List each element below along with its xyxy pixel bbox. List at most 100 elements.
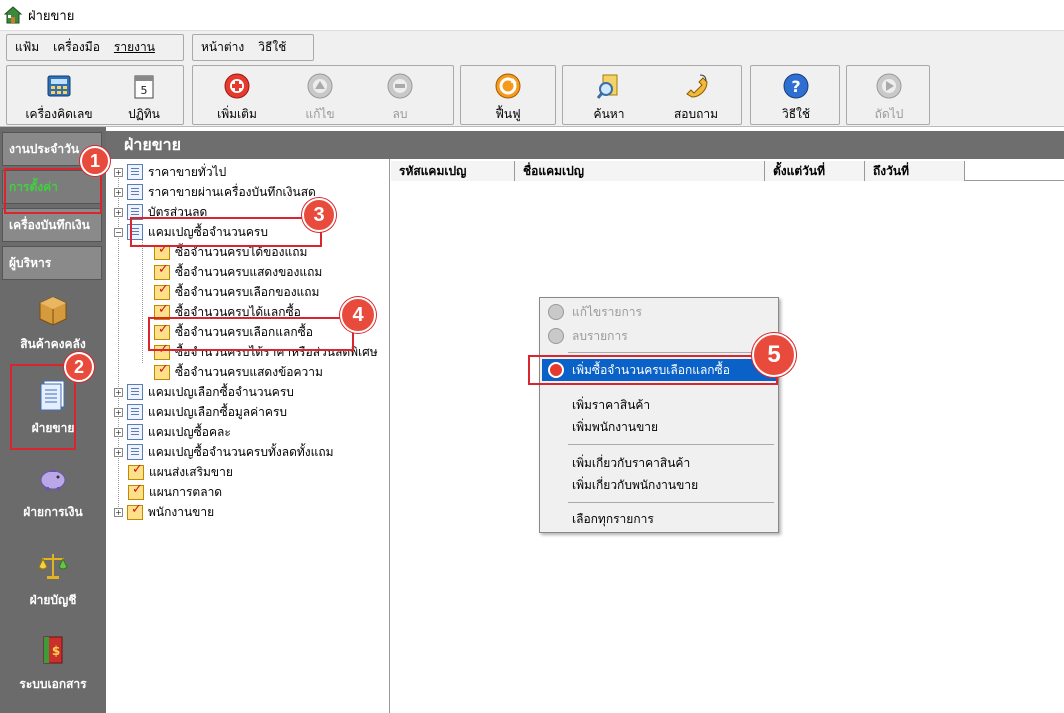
callout-badge-3: 3 (302, 198, 336, 232)
toolbar-group-tools: เครื่องคิดเลข 5 ปฏิทิน (6, 65, 184, 125)
tree-node[interactable]: + แคมเปญเลือกซื้อมูลค่าครบ (114, 402, 287, 422)
column-header-start-date[interactable]: ตั้งแต่วันที่ (765, 161, 865, 181)
menu-item-delete[interactable]: ลบรายการ (542, 325, 776, 347)
menu-reports[interactable]: รายงาน (114, 38, 155, 57)
next-button[interactable]: ถัดไป (853, 66, 925, 124)
tree-leaf[interactable]: ซื้อจำนวนครบแสดงข้อความ (154, 362, 323, 382)
nav-item-documents[interactable]: $ ระบบเอกสาร (0, 623, 106, 703)
add-label: เพิ่มเติม (217, 107, 257, 121)
toolbar-group-help: ? วิธีใช้ (750, 65, 840, 125)
column-header-end-date[interactable]: ถึงวันที่ (865, 161, 965, 181)
calculator-icon (45, 72, 73, 100)
checklist-icon (154, 262, 170, 280)
tree-node[interactable]: +พนักงานขาย (114, 502, 214, 522)
find-label: ค้นหา (593, 107, 625, 121)
callout-box-5 (528, 355, 778, 385)
context-menu: แก้ไขรายการ ลบรายการ เพิ่มซื้อจำนวนครบเล… (539, 297, 779, 533)
nav-item-documents-label: ระบบเอกสาร (19, 676, 87, 691)
callout-box-2 (10, 364, 76, 450)
nav-item-finance[interactable]: ฝ่ายการเงิน (0, 451, 106, 531)
help-button[interactable]: ? วิธีใช้ (759, 66, 833, 124)
inquiry-button[interactable]: สอบถาม (655, 66, 737, 124)
app-house-icon (3, 6, 23, 24)
column-header-campaign-name[interactable]: ชื่อแคมเปญ (515, 161, 765, 181)
refresh-label: ฟื้นฟู (495, 107, 521, 121)
inquiry-label: สอบถาม (673, 107, 719, 121)
refresh-icon (494, 72, 522, 100)
checklist-icon (154, 362, 170, 380)
tree-node[interactable]: + ราคาขายผ่านเครื่องบันทึกเงินสด (114, 182, 316, 202)
tree-leaf[interactable]: ซื้อจำนวนครบแสดงของแถม (154, 262, 322, 282)
checklist-icon (128, 482, 144, 500)
menu-group-window: หน้าต่าง วิธีใช้ (192, 34, 314, 61)
checklist-icon (128, 462, 144, 480)
toolbar-group-refresh: ฟื้นฟู (460, 65, 556, 125)
nav-tab-management[interactable]: ผู้บริหาร (2, 246, 102, 280)
callout-box-1 (4, 168, 102, 214)
checklist-icon (127, 502, 143, 520)
nav-item-inventory-label: สินค้าคงคลัง (20, 336, 86, 351)
callout-box-3 (130, 217, 322, 247)
document-list-icon (127, 184, 143, 200)
menu-item-select-all[interactable]: เลือกทุกรายการ (542, 508, 776, 530)
callout-badge-4: 4 (340, 297, 376, 333)
title-bar: ฝ่ายขาย (0, 0, 1064, 30)
callout-badge-1: 1 (80, 146, 110, 176)
toolbar-group-edit: เพิ่มเติม แก้ไข ลบ (192, 65, 454, 125)
edit-icon (548, 304, 564, 320)
nav-item-finance-label: ฝ่ายการเงิน (23, 504, 83, 519)
calendar-button[interactable]: 5 ปฏิทิน (111, 66, 177, 124)
grid-header: รหัสแคมเปญ ชื่อแคมเปญ ตั้งแต่วันที่ ถึงว… (391, 161, 1064, 181)
toolbar-group-next: ถัดไป (846, 65, 930, 125)
piggy-bank-icon (36, 461, 70, 495)
checklist-icon (154, 282, 170, 300)
calculator-button[interactable]: เครื่องคิดเลข (13, 66, 105, 124)
document-list-icon (127, 384, 143, 400)
find-icon (595, 72, 623, 100)
nav-item-accounting[interactable]: ฝ่ายบัญชี (0, 539, 106, 619)
svg-text:$: $ (52, 644, 60, 658)
toolbar: เครื่องคิดเลข 5 ปฏิทิน เพิ่มเติม แก้ไข ล… (0, 63, 1064, 127)
refresh-button[interactable]: ฟื้นฟู (471, 66, 545, 124)
svg-text:?: ? (791, 77, 800, 96)
menu-tools[interactable]: เครื่องมือ (53, 38, 100, 57)
tree-node[interactable]: + แคมเปญซื้อจำนวนครบทั้งลดทั้งแถม (114, 442, 334, 462)
tree-leaf[interactable]: ซื้อจำนวนครบเลือกของแถม (154, 282, 319, 302)
document-list-icon (127, 444, 143, 460)
tree-node[interactable]: แผนส่งเสริมขาย (128, 462, 233, 482)
callout-badge-5: 5 (752, 333, 796, 377)
next-icon (875, 72, 903, 100)
add-icon (223, 72, 251, 100)
next-label: ถัดไป (874, 107, 904, 121)
column-header-campaign-code[interactable]: รหัสแคมเปญ (391, 161, 515, 181)
delete-icon (386, 72, 414, 100)
tree-node[interactable]: แผนการตลาด (128, 482, 222, 502)
menu-item-add-about-salesperson[interactable]: เพิ่มเกี่ยวกับพนักงานขาย (542, 474, 776, 496)
delete-button[interactable]: ลบ (365, 66, 435, 124)
tree-node[interactable]: + แคมเปญเลือกซื้อจำนวนครบ (114, 382, 294, 402)
edit-button[interactable]: แก้ไข (285, 66, 355, 124)
menu-item-add-about-price[interactable]: เพิ่มเกี่ยวกับราคาสินค้า (542, 452, 776, 474)
box-icon (36, 293, 70, 327)
menu-window[interactable]: หน้าต่าง (201, 38, 244, 57)
add-button[interactable]: เพิ่มเติม (201, 66, 273, 124)
document-list-icon (127, 404, 143, 420)
menu-item-add-salesperson[interactable]: เพิ่มพนักงานขาย (542, 416, 776, 438)
calendar-icon: 5 (130, 72, 158, 100)
callout-box-4 (148, 317, 354, 351)
tree-node[interactable]: + ราคาขายทั่วไป (114, 162, 226, 182)
help-label: วิธีใช้ (781, 107, 811, 121)
tree-node[interactable]: + แคมเปญซื้อคละ (114, 422, 231, 442)
menu-file[interactable]: แฟ้ม (15, 38, 39, 57)
menu-item-edit[interactable]: แก้ไขรายการ (542, 301, 776, 323)
toolbar-group-search: ค้นหา สอบถาม (562, 65, 742, 125)
find-button[interactable]: ค้นหา (569, 66, 649, 124)
content-header: ฝ่ายขาย (106, 131, 1064, 159)
callout-badge-2: 2 (64, 352, 94, 382)
window-title: ฝ่ายขาย (28, 8, 75, 24)
menu-help[interactable]: วิธีใช้ (258, 38, 286, 57)
menu-bar: แฟ้ม เครื่องมือ รายงาน หน้าต่าง วิธีใช้ (0, 30, 1064, 63)
nav-item-inventory[interactable]: สินค้าคงคลัง (0, 283, 106, 363)
menu-item-add-product-price[interactable]: เพิ่มราคาสินค้า (542, 394, 776, 416)
help-icon: ? (782, 72, 810, 100)
